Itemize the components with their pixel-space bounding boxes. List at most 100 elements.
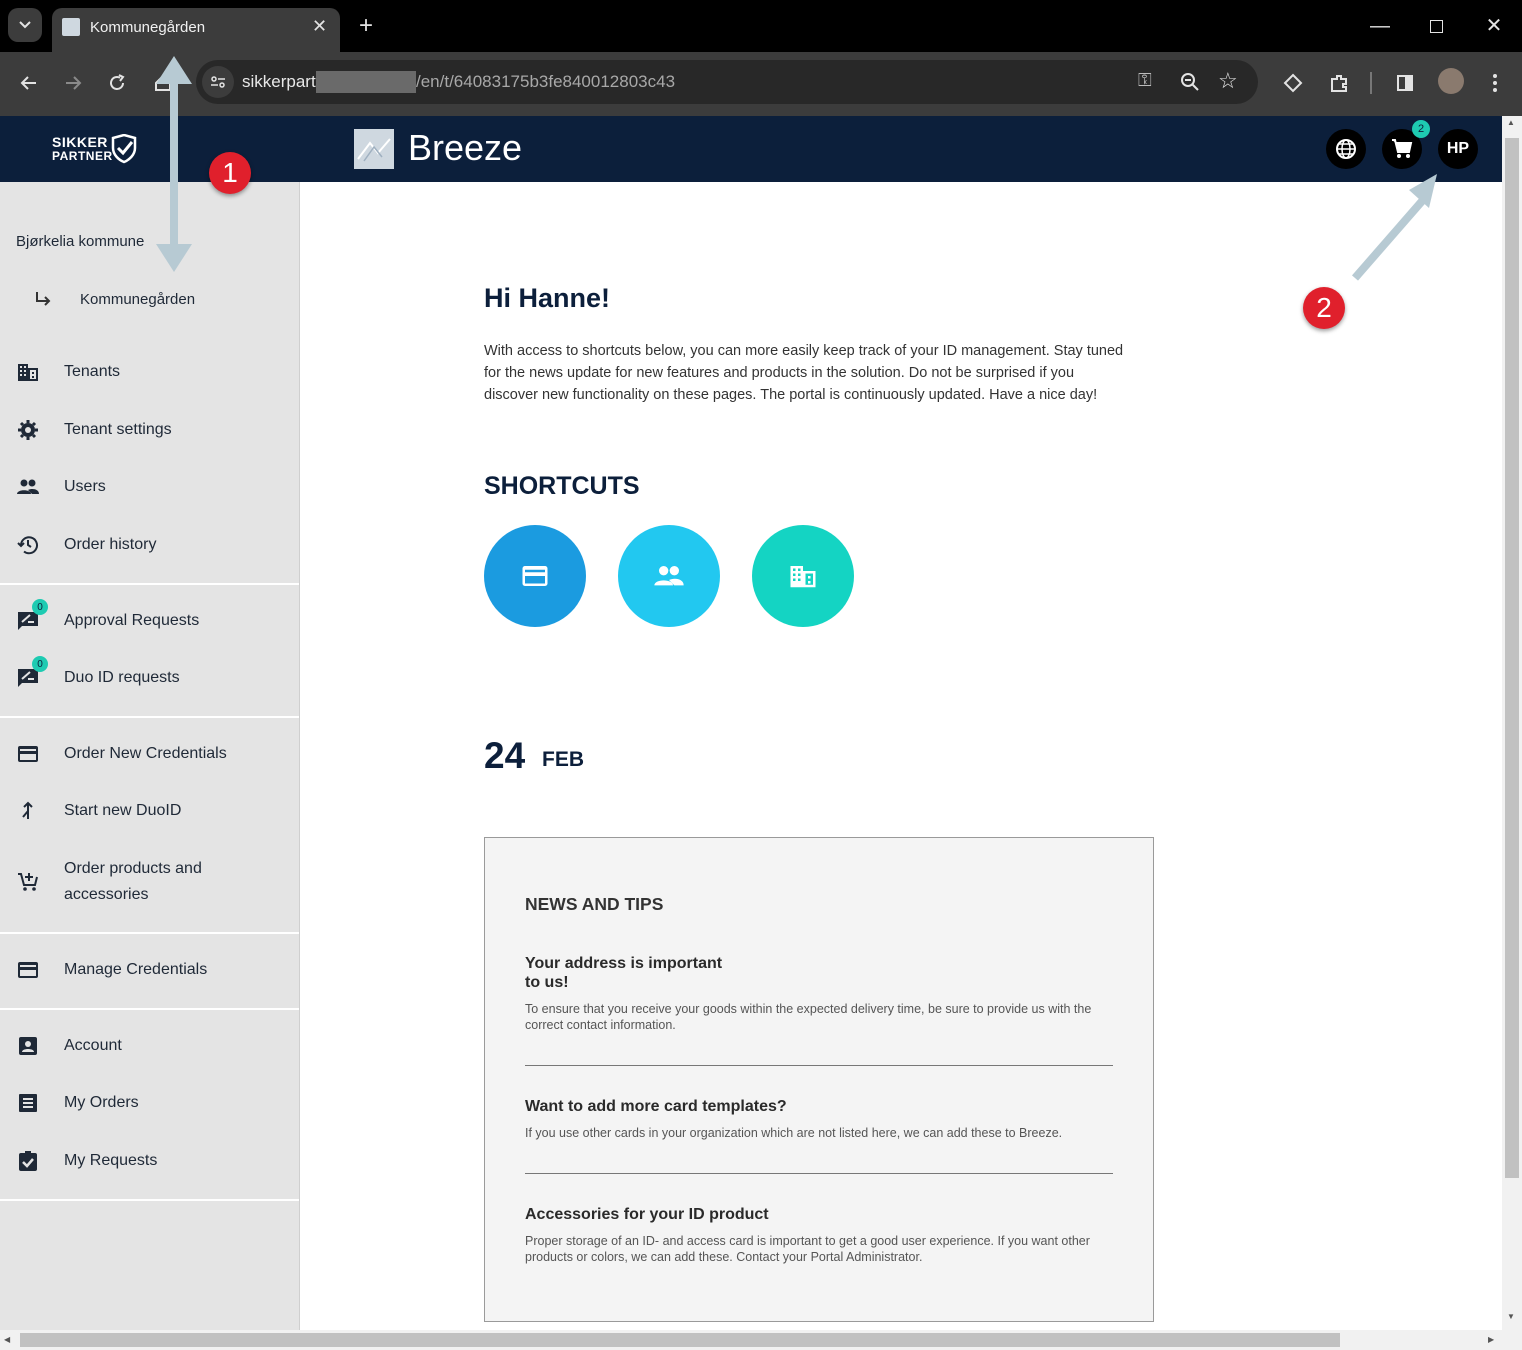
extension-puzzle-alt-button[interactable] [1278, 68, 1308, 98]
url-path: /en/t/64083175b3fe840012803c43 [416, 72, 676, 91]
horizontal-scrollbar[interactable]: ◀ ▶ [0, 1330, 1522, 1350]
address-bar[interactable]: sikkerpart /en/t/64083175b3fe840012803c4… [196, 60, 1258, 104]
sidebar-divider [0, 716, 299, 718]
scroll-left-arrow-icon[interactable]: ◀ [4, 1335, 10, 1344]
sidebar-item-order-products[interactable]: Order products and accessories [0, 854, 298, 910]
reload-button[interactable] [102, 68, 132, 98]
sidebar-divider [0, 1199, 299, 1201]
zoom-icon[interactable] [1180, 72, 1200, 92]
sub-organization-item[interactable]: Kommunegården [0, 279, 298, 319]
sidebar-item-users[interactable]: Users [0, 467, 298, 507]
card-icon [522, 566, 548, 586]
news-item-title: Your address is important [525, 955, 723, 972]
sidebar-item-start-new-duoid[interactable]: Start new DuoID [0, 791, 298, 831]
back-button[interactable] [14, 68, 44, 98]
sub-organization-label: Kommunegården [80, 290, 196, 308]
card-icon [18, 962, 38, 978]
sidebar-item-account[interactable]: Account [0, 1026, 298, 1066]
logo-text-line2: PARTNER [52, 149, 113, 163]
clipboard-check-icon [19, 1151, 37, 1171]
new-tab-button[interactable]: + [352, 12, 380, 40]
list-icon [19, 1094, 37, 1112]
shortcut-tenants-button[interactable] [752, 525, 854, 627]
sidebar-divider [0, 1008, 299, 1010]
language-button[interactable] [1326, 129, 1366, 169]
forward-button[interactable] [58, 68, 88, 98]
scroll-down-arrow-icon[interactable]: ▼ [1507, 1312, 1515, 1321]
browser-toolbar: sikkerpart /en/t/64083175b3fe840012803c4… [0, 52, 1522, 116]
url-redacted-block [316, 71, 416, 93]
side-panel-button[interactable] [1390, 68, 1420, 98]
sidebar-nav: Bjørkelia kommune Kommunegården Tenants … [0, 182, 300, 1330]
news-item-body: correct contact information. [525, 1018, 676, 1032]
sidebar-item-label: Order products and accessories [64, 860, 202, 903]
cart-icon [1392, 139, 1413, 158]
sidebar-divider [0, 932, 299, 934]
window-maximize-button[interactable] [1422, 12, 1450, 40]
cart-add-icon [18, 873, 38, 891]
vertical-scroll-thumb[interactable] [1505, 138, 1519, 1178]
browser-menu-button[interactable] [1482, 68, 1508, 98]
puzzle-icon [1331, 75, 1347, 92]
sidebar-item-order-new-credentials[interactable]: Order New Credentials [0, 734, 298, 774]
tab-close-icon[interactable]: ✕ [312, 16, 327, 37]
news-item-title: Accessories for your ID product [525, 1206, 769, 1223]
bookmark-star-icon[interactable]: ☆ [1218, 68, 1238, 94]
annotation-arrow-2 [1351, 174, 1437, 281]
news-item-body: Proper storage of an ID- and access card… [525, 1234, 1090, 1248]
merge-icon [22, 801, 33, 819]
sidebar-item-label: Account [64, 1037, 122, 1054]
tab-search-button[interactable] [8, 8, 42, 42]
sidebar-item-label: Duo ID requests [64, 669, 180, 686]
extensions-button[interactable] [1324, 68, 1354, 98]
cart-count-badge: 2 [1412, 120, 1430, 138]
users-icon [654, 566, 684, 586]
toolbar-separator [1370, 72, 1372, 94]
side-panel-icon [1397, 75, 1413, 91]
shortcut-users-button[interactable] [618, 525, 720, 627]
gear-icon [18, 420, 38, 440]
sidebar-item-label: My Requests [64, 1152, 158, 1169]
news-separator [525, 1173, 1113, 1174]
window-minimize-button[interactable]: — [1366, 12, 1394, 40]
organization-name[interactable]: Bjørkelia kommune [16, 233, 144, 250]
sidebar-item-tenant-settings[interactable]: Tenant settings [0, 410, 298, 450]
date-month: FEB [542, 748, 584, 771]
profile-avatar[interactable] [1438, 68, 1464, 94]
url-host: sikkerpart [242, 72, 316, 91]
sidebar-item-my-orders[interactable]: My Orders [0, 1083, 298, 1123]
password-key-icon[interactable]: ⚿ [1138, 70, 1152, 91]
arrow-right-icon [66, 76, 82, 90]
scroll-up-arrow-icon[interactable]: ▲ [1507, 118, 1515, 127]
sidebar-item-tenants[interactable]: Tenants [0, 352, 298, 392]
vertical-scrollbar[interactable]: ▲ ▼ [1502, 116, 1522, 1330]
date-day: 24 [484, 735, 526, 776]
sidebar-item-order-history[interactable]: Order history [0, 525, 298, 565]
sidebar-item-duo-id-requests[interactable]: 0 Duo ID requests [0, 656, 298, 698]
horizontal-scroll-thumb[interactable] [20, 1333, 1340, 1347]
sidebar-item-approval-requests[interactable]: 0 Approval Requests [0, 599, 298, 641]
sidebar-item-my-requests[interactable]: My Requests [0, 1141, 298, 1181]
account-icon [19, 1037, 37, 1055]
breeze-logo-icon [354, 129, 394, 169]
diamond-arrow-icon [1283, 73, 1303, 93]
browser-tab-strip: Kommunegården ✕ + — ✕ [0, 0, 1522, 52]
annotation-arrow-1 [156, 56, 192, 272]
sikker-partner-logo[interactable]: SIKKER PARTNER [52, 134, 152, 166]
browser-tab-active[interactable]: Kommunegården ✕ [52, 8, 340, 52]
news-item-body: products or colors, we can add these. Co… [525, 1250, 923, 1264]
sidebar-divider [0, 583, 299, 585]
news-item-body: To ensure that you receive your goods wi… [525, 1002, 1092, 1016]
sidebar-item-label: Start new DuoID [64, 802, 182, 819]
sidebar-item-manage-credentials[interactable]: Manage Credentials [0, 950, 298, 990]
window-close-button[interactable]: ✕ [1480, 12, 1508, 40]
favicon-breeze-icon [62, 18, 80, 36]
history-icon [17, 536, 38, 555]
scroll-right-arrow-icon[interactable]: ▶ [1488, 1335, 1494, 1344]
user-avatar-button[interactable]: HP [1438, 129, 1478, 169]
building-icon [790, 566, 816, 588]
globe-icon [1336, 139, 1356, 159]
shortcut-credentials-button[interactable] [484, 525, 586, 627]
subdirectory-arrow-icon [36, 292, 51, 306]
news-item-title: Want to add more card templates? [525, 1098, 787, 1115]
